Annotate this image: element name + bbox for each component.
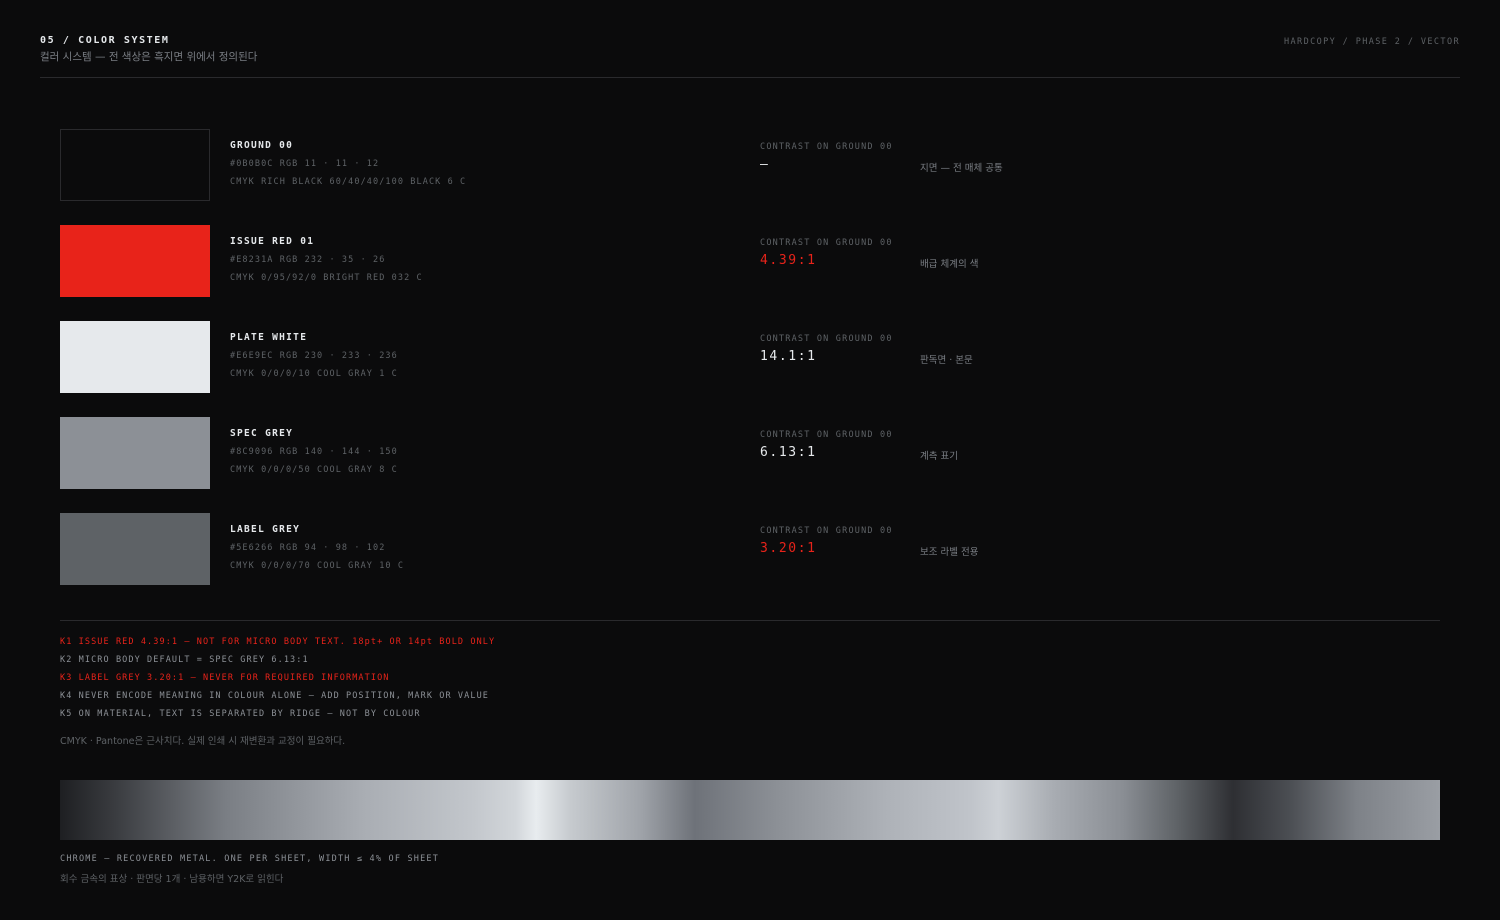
chrome-gradient-bar	[60, 780, 1440, 840]
contrast-value: —	[760, 157, 770, 172]
page-title: 05 / COLOR SYSTEM	[40, 35, 170, 46]
color-cmyk: CMYK 0/95/92/0 BRIGHT RED 032 C	[230, 273, 423, 283]
color-swatch-ground	[60, 129, 210, 201]
contrast-label: CONTRAST ON GROUND 00	[760, 526, 893, 536]
page-meta: HARDCOPY / PHASE 2 / VECTOR	[1284, 37, 1460, 47]
rules-list: K1 ISSUE RED 4.39:1 — NOT FOR MICRO BODY…	[60, 637, 495, 727]
color-spec: #5E6266 RGB 94 · 98 · 102	[230, 543, 386, 553]
color-row-label-grey: LABEL GREY #5E6266 RGB 94 · 98 · 102 CMY…	[60, 513, 1440, 587]
color-cmyk: CMYK 0/0/0/70 COOL GRAY 10 C	[230, 561, 405, 571]
color-note: 계측 표기	[920, 451, 958, 462]
color-swatch-spec-grey	[60, 417, 210, 489]
color-swatch-issue-red	[60, 225, 210, 297]
contrast-label: CONTRAST ON GROUND 00	[760, 142, 893, 152]
color-swatch-plate-white	[60, 321, 210, 393]
print-disclaimer: CMYK · Pantone은 근사치다. 실제 인쇄 시 재변환과 교정이 필…	[60, 736, 346, 747]
color-spec: #E8231A RGB 232 · 35 · 26	[230, 255, 386, 265]
color-name: LABEL GREY	[230, 524, 301, 535]
color-spec: #0B0B0C RGB 11 · 11 · 12	[230, 159, 380, 169]
rule-k5: K5 ON MATERIAL, TEXT IS SEPARATED BY RID…	[60, 709, 421, 719]
page-subtitle: 컬러 시스템 — 전 색상은 흑지면 위에서 정의된다	[40, 51, 258, 63]
contrast-value: 4.39:1	[760, 253, 817, 268]
color-name: GROUND 00	[230, 140, 294, 151]
contrast-label: CONTRAST ON GROUND 00	[760, 334, 893, 344]
color-spec: #8C9096 RGB 140 · 144 · 150	[230, 447, 398, 457]
chrome-caption: CHROME — RECOVERED METAL. ONE PER SHEET,…	[60, 854, 440, 864]
rule-k4: K4 NEVER ENCODE MEANING IN COLOUR ALONE …	[60, 691, 490, 701]
color-swatch-label-grey	[60, 513, 210, 585]
section-divider	[60, 620, 1440, 621]
color-cmyk: CMYK RICH BLACK 60/40/40/100 BLACK 6 C	[230, 177, 467, 187]
color-note: 보조 라벨 전용	[920, 547, 979, 558]
contrast-value: 14.1:1	[760, 349, 817, 364]
color-note: 배급 체계의 색	[920, 259, 979, 270]
color-row-plate-white: PLATE WHITE #E6E9EC RGB 230 · 233 · 236 …	[60, 321, 1440, 395]
color-spec: #E6E9EC RGB 230 · 233 · 236	[230, 351, 398, 361]
color-row-ground: GROUND 00 #0B0B0C RGB 11 · 11 · 12 CMYK …	[60, 129, 1440, 203]
color-cmyk: CMYK 0/0/0/10 COOL GRAY 1 C	[230, 369, 398, 379]
color-row-spec-grey: SPEC GREY #8C9096 RGB 140 · 144 · 150 CM…	[60, 417, 1440, 491]
color-name: ISSUE RED 01	[230, 236, 315, 247]
color-name: PLATE WHITE	[230, 332, 308, 343]
contrast-value: 6.13:1	[760, 445, 817, 460]
chrome-subcaption: 회수 금속의 표상 · 판면당 1개 · 남용하면 Y2K로 읽힌다	[60, 874, 284, 885]
contrast-label: CONTRAST ON GROUND 00	[760, 238, 893, 248]
rule-k2: K2 MICRO BODY DEFAULT = SPEC GREY 6.13:1	[60, 655, 309, 665]
color-cmyk: CMYK 0/0/0/50 COOL GRAY 8 C	[230, 465, 398, 475]
rule-k3: K3 LABEL GREY 3.20:1 — NEVER FOR REQUIRE…	[60, 673, 390, 683]
page-header: 05 / COLOR SYSTEM 컬러 시스템 — 전 색상은 흑지면 위에서…	[40, 35, 1460, 78]
contrast-value: 3.20:1	[760, 541, 817, 556]
color-note: 판독면 · 본문	[920, 355, 973, 366]
contrast-label: CONTRAST ON GROUND 00	[760, 430, 893, 440]
color-note: 지면 — 전 매체 공통	[920, 163, 1003, 174]
rule-k1: K1 ISSUE RED 4.39:1 — NOT FOR MICRO BODY…	[60, 637, 496, 647]
color-row-issue-red: ISSUE RED 01 #E8231A RGB 232 · 35 · 26 C…	[60, 225, 1440, 299]
color-name: SPEC GREY	[230, 428, 294, 439]
